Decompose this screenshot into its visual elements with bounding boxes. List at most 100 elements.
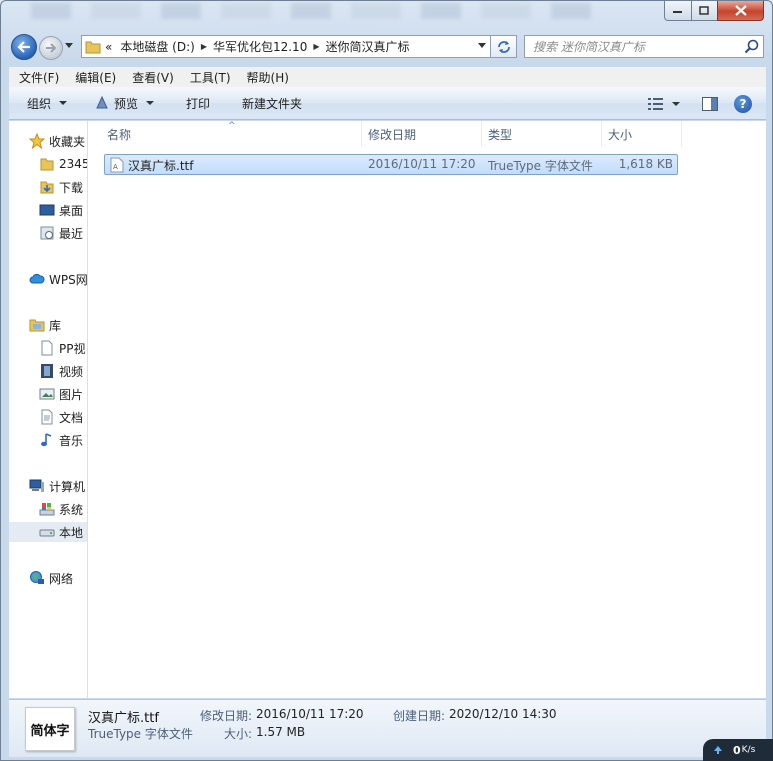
- sidebar-item-system-drive[interactable]: 系统: [39, 499, 83, 519]
- help-button[interactable]: ?: [734, 94, 752, 113]
- details-modified-value: 2016/10/11 17:20: [256, 707, 364, 721]
- sidebar-item-pictures[interactable]: 图片: [39, 384, 83, 404]
- preview-pane-button[interactable]: [686, 92, 726, 116]
- breadcrumb-current[interactable]: 迷你简汉真广标: [321, 38, 413, 55]
- details-size-label: 大小:: [224, 727, 253, 741]
- sidebar-wps-cloud[interactable]: WPS网: [29, 269, 87, 289]
- menu-file[interactable]: 文件(F): [9, 69, 65, 86]
- chevron-down-icon: [672, 101, 680, 106]
- sidebar-item-label: 最近: [59, 226, 84, 241]
- organize-label: 组织: [27, 96, 52, 111]
- address-history-chevron-icon[interactable]: [478, 43, 486, 49]
- file-type: TrueType 字体文件: [488, 159, 593, 173]
- sidebar-computer[interactable]: 计算机: [29, 476, 85, 496]
- menu-bar: 文件(F) 编辑(E) 查看(V) 工具(T) 帮助(H): [9, 67, 766, 87]
- maximize-icon: [699, 5, 709, 15]
- sidebar-item-pp-video[interactable]: PP视: [39, 338, 85, 358]
- sidebar-item-local-disk[interactable]: 本地: [9, 522, 87, 542]
- menu-view[interactable]: 查看(V): [122, 69, 180, 86]
- search-box[interactable]: [524, 35, 764, 58]
- close-button[interactable]: [717, 1, 764, 21]
- content-area: 收藏夹 2345 下载 桌面 最近 WPS网 库 PP视 视频 图片 文档 音乐…: [9, 121, 766, 698]
- blurred-title: [31, 3, 611, 19]
- column-header-type[interactable]: 类型: [482, 121, 602, 147]
- column-header-size[interactable]: 大小: [602, 121, 682, 147]
- breadcrumb-drive[interactable]: 本地磁盘 (D:): [116, 38, 198, 55]
- breadcrumb-separator-icon[interactable]: ▶: [311, 42, 321, 51]
- sidebar-item-desktop[interactable]: 桌面: [39, 200, 83, 220]
- sidebar-item-label: 桌面: [59, 203, 84, 218]
- column-header-label: 名称: [107, 127, 132, 142]
- search-icon[interactable]: [744, 39, 759, 54]
- arrow-right-icon: [46, 43, 57, 53]
- column-header-name[interactable]: 名称: [89, 121, 362, 147]
- menu-tools[interactable]: 工具(T): [180, 69, 237, 86]
- network-speed-widget[interactable]: 0 K/s: [703, 739, 773, 761]
- details-view-icon: [648, 97, 663, 110]
- column-header-label: 类型: [488, 127, 513, 142]
- minimize-button[interactable]: [664, 1, 692, 21]
- details-pane: 简体字 汉真广标.ttf TrueType 字体文件 修改日期: 2016/10…: [9, 699, 766, 757]
- computer-icon: [29, 479, 44, 492]
- breadcrumb-folder[interactable]: 华军优化包12.10: [209, 38, 311, 55]
- sidebar-item-label: 图片: [59, 387, 84, 402]
- maximize-button[interactable]: [691, 1, 718, 21]
- music-note-icon: [41, 433, 52, 447]
- breadcrumb-overflow[interactable]: «: [101, 40, 116, 54]
- details-filename: 汉真广标.ttf: [88, 711, 159, 726]
- back-button[interactable]: [11, 34, 37, 60]
- column-headers: 名称 ^ 修改日期 类型 大小: [89, 121, 689, 147]
- network-speed-value: 0: [733, 743, 741, 757]
- folder-icon: [40, 158, 54, 171]
- sidebar-item-videos[interactable]: 视频: [39, 361, 83, 381]
- recent-pages-chevron-icon[interactable]: [65, 43, 73, 49]
- video-icon: [41, 364, 53, 378]
- sidebar-favorites[interactable]: 收藏夹: [29, 131, 85, 151]
- minimize-icon: [673, 10, 682, 13]
- address-bar[interactable]: « 本地磁盘 (D:) ▶ 华军优化包12.10 ▶ 迷你简汉真广标: [81, 35, 491, 58]
- sidebar-network[interactable]: 网络: [29, 568, 73, 588]
- menu-help[interactable]: 帮助(H): [237, 69, 295, 86]
- title-bar[interactable]: [1, 1, 772, 29]
- sidebar-item-label: 本地: [59, 525, 84, 540]
- file-modified: 2016/10/11 17:20: [368, 157, 476, 171]
- sidebar-item-2345[interactable]: 2345: [39, 154, 87, 174]
- breadcrumb-separator-icon[interactable]: ▶: [199, 42, 209, 51]
- star-icon: [29, 133, 45, 149]
- change-view-button[interactable]: [642, 92, 686, 116]
- recent-places-icon: [40, 226, 54, 240]
- column-header-modified[interactable]: 修改日期: [362, 121, 482, 147]
- font-file-icon: A: [110, 157, 124, 173]
- sidebar-item-recent[interactable]: 最近: [39, 223, 83, 243]
- sidebar-item-downloads[interactable]: 下载: [39, 177, 83, 197]
- chevron-down-icon: [146, 101, 155, 105]
- forward-button[interactable]: [39, 36, 63, 60]
- sidebar-libraries-label: 库: [49, 318, 62, 333]
- command-toolbar: 组织 预览 打印 新建文件夹 ?: [9, 87, 766, 120]
- sidebar-computer-label: 计算机: [49, 479, 86, 494]
- preview-button[interactable]: 预览: [85, 91, 164, 115]
- navigation-pane[interactable]: 收藏夹 2345 下载 桌面 最近 WPS网 库 PP视 视频 图片 文档 音乐…: [9, 121, 88, 698]
- new-folder-button[interactable]: 新建文件夹: [232, 91, 312, 115]
- print-button[interactable]: 打印: [176, 91, 220, 115]
- navigation-bar: « 本地磁盘 (D:) ▶ 华军优化包12.10 ▶ 迷你简汉真广标: [1, 32, 772, 62]
- column-header-label: 大小: [608, 127, 633, 142]
- sidebar-item-label: 视频: [59, 364, 84, 379]
- refresh-button[interactable]: [491, 35, 517, 58]
- search-input[interactable]: [525, 36, 735, 57]
- details-size-value: 1.57 MB: [256, 725, 306, 739]
- document-icon: [41, 340, 53, 356]
- sort-ascending-icon: ^: [228, 121, 236, 131]
- file-list[interactable]: 名称 ^ 修改日期 类型 大小 A 汉真广标.ttf 2016/10/11 17…: [89, 121, 766, 698]
- menu-edit[interactable]: 编辑(E): [65, 69, 122, 86]
- document-icon: [41, 409, 53, 425]
- file-row[interactable]: A 汉真广标.ttf 2016/10/11 17:20 TrueType 字体文…: [104, 154, 678, 175]
- sidebar-item-music[interactable]: 音乐: [39, 430, 83, 450]
- folder-icon: [85, 41, 101, 53]
- column-header-label: 修改日期: [368, 127, 417, 142]
- close-icon: [734, 5, 747, 16]
- sidebar-libraries[interactable]: 库: [29, 315, 61, 335]
- organize-button[interactable]: 组织: [9, 91, 77, 115]
- refresh-icon: [497, 40, 510, 53]
- sidebar-item-documents[interactable]: 文档: [39, 407, 83, 427]
